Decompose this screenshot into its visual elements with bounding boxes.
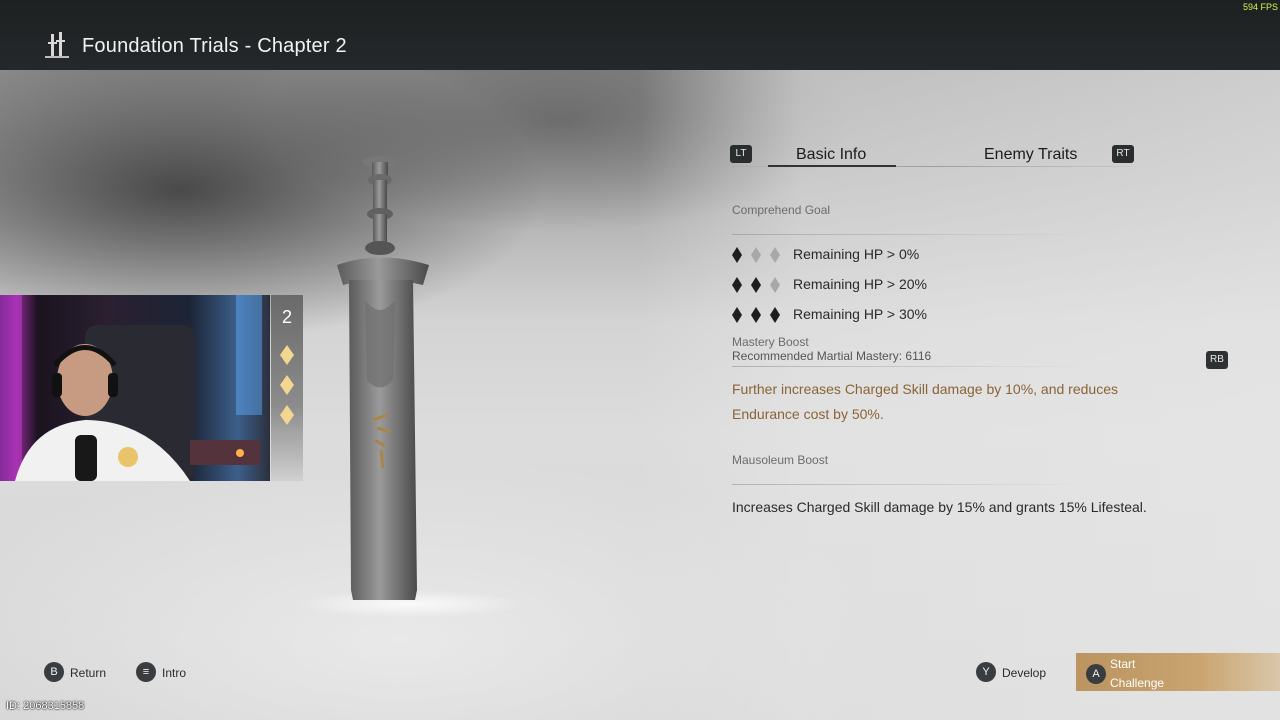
- diamond-icon: [732, 307, 742, 323]
- start-challenge-label: Start Challenge: [1110, 657, 1165, 690]
- user-id: ID: 2068315858: [6, 700, 85, 712]
- section-divider: [732, 234, 1092, 235]
- diamond-icon: [751, 307, 761, 323]
- section-divider: [732, 484, 1092, 485]
- swords-icon: [45, 32, 69, 58]
- difficulty-panel: 2: [271, 295, 303, 481]
- diamond-icon: [751, 247, 761, 263]
- rt-button[interactable]: RT: [1112, 145, 1134, 163]
- difficulty-level: 2: [281, 307, 292, 327]
- mastery-boost-label: Mastery Boost: [732, 335, 809, 349]
- mastery-description: Further increases Charged Skill damage b…: [732, 381, 1118, 422]
- rb-button[interactable]: RB: [1206, 351, 1228, 369]
- diamond-icon: [280, 375, 294, 395]
- goal-text: Remaining HP > 20%: [793, 276, 927, 292]
- diamond-icon: [770, 277, 780, 293]
- y-button-icon: Y: [976, 662, 996, 682]
- section-divider: [732, 366, 1092, 367]
- diamond-icon: [280, 405, 294, 425]
- goal-text: Remaining HP > 30%: [793, 306, 927, 322]
- sword-monument: [337, 156, 429, 600]
- comprehend-goal-label: Comprehend Goal: [732, 203, 831, 217]
- b-button-icon: B: [44, 662, 64, 682]
- diamond-icon: [770, 307, 780, 323]
- diamond-icon: [732, 277, 742, 293]
- diamond-icon: [732, 247, 742, 263]
- fps-counter: 594 FPS: [1242, 2, 1278, 12]
- diamond-icon: [280, 345, 294, 365]
- page-title: Foundation Trials - Chapter 2: [82, 35, 347, 57]
- active-tab-indicator: [768, 165, 896, 167]
- mausoleum-description: Increases Charged Skill damage by 15% an…: [732, 499, 1147, 515]
- top-bar: Foundation Trials - Chapter 2 594 FPS: [0, 0, 1280, 70]
- mausoleum-boost-label: Mausoleum Boost: [732, 453, 829, 467]
- diamond-icon: [770, 247, 780, 263]
- recommended-mastery: Recommended Martial Mastery: 6116: [732, 349, 932, 363]
- a-button-icon: A: [1086, 664, 1106, 684]
- goal-row: Remaining HP > 30%: [732, 305, 1092, 325]
- return-label: Return: [70, 666, 107, 680]
- lt-button[interactable]: LT: [730, 145, 752, 163]
- intro-label: Intro: [162, 666, 187, 680]
- start-challenge-button[interactable]: A Start Challenge: [1076, 653, 1280, 691]
- goal-row: Remaining HP > 0%: [732, 245, 1092, 265]
- streamer-avatar: [0, 295, 262, 481]
- tab-enemy-traits[interactable]: Enemy Traits: [984, 146, 1077, 164]
- goal-text: Remaining HP > 0%: [793, 246, 920, 262]
- tab-basic-info[interactable]: Basic Info: [796, 146, 866, 164]
- webcam-overlay: [0, 295, 270, 481]
- menu-button-icon: ≡: [136, 662, 156, 682]
- goal-row: Remaining HP > 20%: [732, 275, 1092, 295]
- diamond-icon: [751, 277, 761, 293]
- develop-label: Develop: [1002, 666, 1047, 680]
